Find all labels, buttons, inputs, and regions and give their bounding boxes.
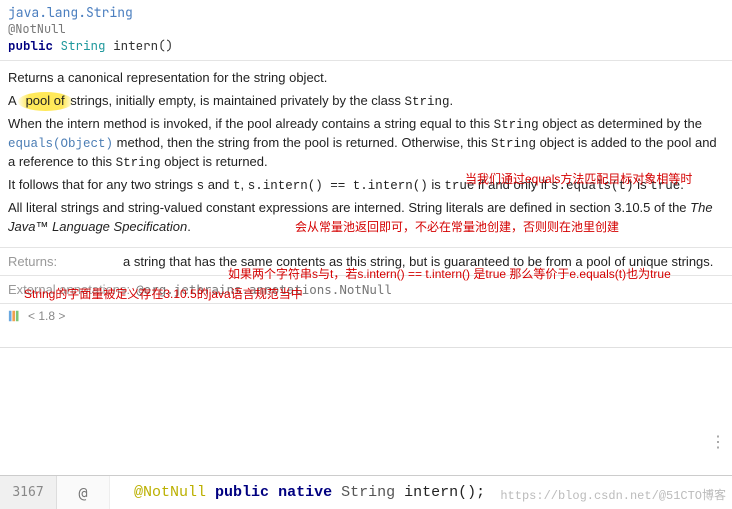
return-type: String: [61, 37, 106, 54]
text: is: [428, 177, 445, 192]
returns-label: Returns:: [8, 254, 123, 269]
inline-code: String: [116, 156, 161, 170]
since-version-bar: < 1.8 >: [0, 304, 732, 347]
text: .: [187, 219, 191, 234]
user-annotation-1: 当我们通过equals方法匹配目标对象相等时: [465, 170, 692, 187]
javadoc-header: java.lang.String @NotNull public String …: [0, 4, 732, 61]
method-name: intern(): [113, 37, 173, 54]
para-pool: A pool of strings, initially empty, is m…: [8, 92, 724, 111]
since-version-text[interactable]: < 1.8 >: [28, 309, 65, 323]
javadoc-panel: java.lang.String @NotNull public String …: [0, 0, 732, 348]
inline-code: s.intern() == t.intern(): [248, 179, 428, 193]
source-code-line[interactable]: @NotNull public native String intern(); …: [110, 476, 732, 509]
keyword-native: native: [278, 484, 332, 501]
user-annotation-2: 会从常量池返回即可，不必在常量池创建，否则则在池里创建: [295, 218, 619, 235]
javadoc-link[interactable]: equals(Object): [8, 137, 113, 151]
gutter-annotation-icon[interactable]: @: [57, 476, 110, 509]
user-annotation-4: String的字面量被定义存在3.10.5的java语言规范当中: [24, 285, 303, 302]
text: object as determined by the: [539, 116, 702, 131]
text: object is returned.: [161, 154, 268, 169]
inline-code: s: [197, 179, 205, 193]
para-invoke: When the intern method is invoked, if th…: [8, 115, 724, 172]
text: ,: [241, 177, 248, 192]
method-signature: public String intern(): [8, 37, 724, 54]
line-number: 3167: [0, 476, 57, 509]
method-name: intern();: [404, 484, 485, 501]
class-link[interactable]: java.lang.String: [8, 4, 724, 21]
annotation: @NotNull: [134, 484, 206, 501]
summary-line: Returns a canonical representation for t…: [8, 69, 724, 88]
text: method, then the string from the pool is…: [113, 135, 491, 150]
text: .: [450, 93, 454, 108]
user-annotation-3: 如果两个字符串s与t，若s.intern() == t.intern() 是tr…: [228, 265, 671, 282]
highlight-marker: pool of: [18, 92, 73, 111]
text: When the intern method is invoked, if th…: [8, 116, 494, 131]
inline-code: String: [405, 95, 450, 109]
editor-line: 3167 @ @NotNull public native String int…: [0, 475, 732, 509]
keyword-public: public: [8, 37, 53, 54]
watermark-text: https://blog.csdn.net/@51CTO博客: [500, 486, 726, 503]
annotation-text: @NotNull: [8, 21, 724, 37]
inline-code: String: [491, 137, 536, 151]
text: All literal strings and string-valued co…: [8, 200, 690, 215]
text: It follows that for any two strings: [8, 177, 197, 192]
return-type: String: [341, 484, 395, 501]
library-icon: [8, 308, 22, 323]
inline-code: t: [233, 179, 241, 193]
overflow-menu-icon[interactable]: ⋮: [710, 432, 726, 452]
inline-code: String: [494, 118, 539, 132]
text: and: [204, 177, 233, 192]
javadoc-body-wrap: Returns a canonical representation for t…: [0, 61, 732, 248]
keyword-public: public: [215, 484, 269, 501]
text: strings, initially empty, is maintained …: [67, 93, 405, 108]
